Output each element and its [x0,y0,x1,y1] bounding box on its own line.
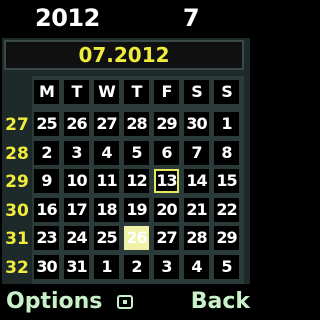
day-cell[interactable]: 31 [64,255,89,279]
week-number: 29 [5,172,29,192]
day-cell[interactable]: 25 [94,226,119,251]
day-cell[interactable]: 21 [184,197,209,222]
day-cell[interactable]: 5 [214,255,239,279]
day-cell[interactable]: 1 [94,255,119,279]
day-cell[interactable]: 22 [214,197,239,222]
weekday-header: S [214,80,239,104]
options-softkey[interactable]: Options [6,286,102,318]
month-title: 07.2012 [78,43,170,67]
day-cell[interactable]: 25 [34,112,59,136]
back-softkey[interactable]: Back [191,286,250,318]
day-cell[interactable]: 2 [34,140,59,165]
day-cell-today[interactable]: 26 [124,226,149,251]
day-cell[interactable]: 8 [214,140,239,165]
week-label: 7 [182,4,200,32]
day-cell[interactable]: 24 [64,226,89,251]
day-cell[interactable]: 28 [124,112,149,136]
day-cell[interactable]: 20 [154,197,179,222]
menu-square-icon[interactable] [117,295,133,309]
day-cell[interactable]: 1 [214,112,239,136]
day-cell[interactable]: 12 [124,169,149,194]
day-cell[interactable]: 15 [214,169,239,194]
day-cell[interactable]: 4 [184,255,209,279]
day-cell[interactable]: 11 [94,169,119,194]
day-cell[interactable]: 30 [34,255,59,279]
week-number: 32 [5,258,29,278]
day-cell[interactable]: 26 [64,112,89,136]
weekday-header: W [94,80,119,104]
weekday-header: T [64,80,89,104]
day-cell[interactable]: 27 [154,226,179,251]
week-number: 31 [5,229,29,249]
day-cell[interactable]: 3 [64,140,89,165]
day-cell-selected[interactable]: 13 [154,169,179,194]
day-cell[interactable]: 4 [94,140,119,165]
weekday-header: M [34,80,59,104]
week-number: 28 [5,144,29,164]
weekday-header: S [184,80,209,104]
day-cell[interactable]: 14 [184,169,209,194]
day-cell[interactable]: 19 [124,197,149,222]
day-cell[interactable]: 27 [94,112,119,136]
week-number: 30 [5,201,29,221]
calendar-grid: M T W T F S S 25 26 27 28 29 30 1 2 3 4 5 6 7 8 9 10 11 12 13 14 15… [32,76,244,284]
day-cell[interactable]: 2 [124,255,149,279]
weekday-header: F [154,80,179,104]
week-number: 27 [5,115,29,135]
day-cell[interactable]: 28 [184,226,209,251]
day-cell[interactable]: 23 [34,226,59,251]
day-cell[interactable]: 16 [34,197,59,222]
day-cell[interactable]: 17 [64,197,89,222]
day-cell[interactable]: 5 [124,140,149,165]
softkey-bar: Options Back [0,284,256,320]
day-cell[interactable]: 9 [34,169,59,194]
day-cell[interactable]: 29 [154,112,179,136]
day-cell[interactable]: 10 [64,169,89,194]
day-cell[interactable]: 7 [184,140,209,165]
day-cell[interactable]: 3 [154,255,179,279]
year-label: 2012 [35,4,100,32]
weekday-header: T [124,80,149,104]
day-cell[interactable]: 30 [184,112,209,136]
day-cell[interactable]: 29 [214,226,239,251]
month-bar: 07.2012 [4,40,244,70]
day-cell[interactable]: 6 [154,140,179,165]
day-cell[interactable]: 18 [94,197,119,222]
